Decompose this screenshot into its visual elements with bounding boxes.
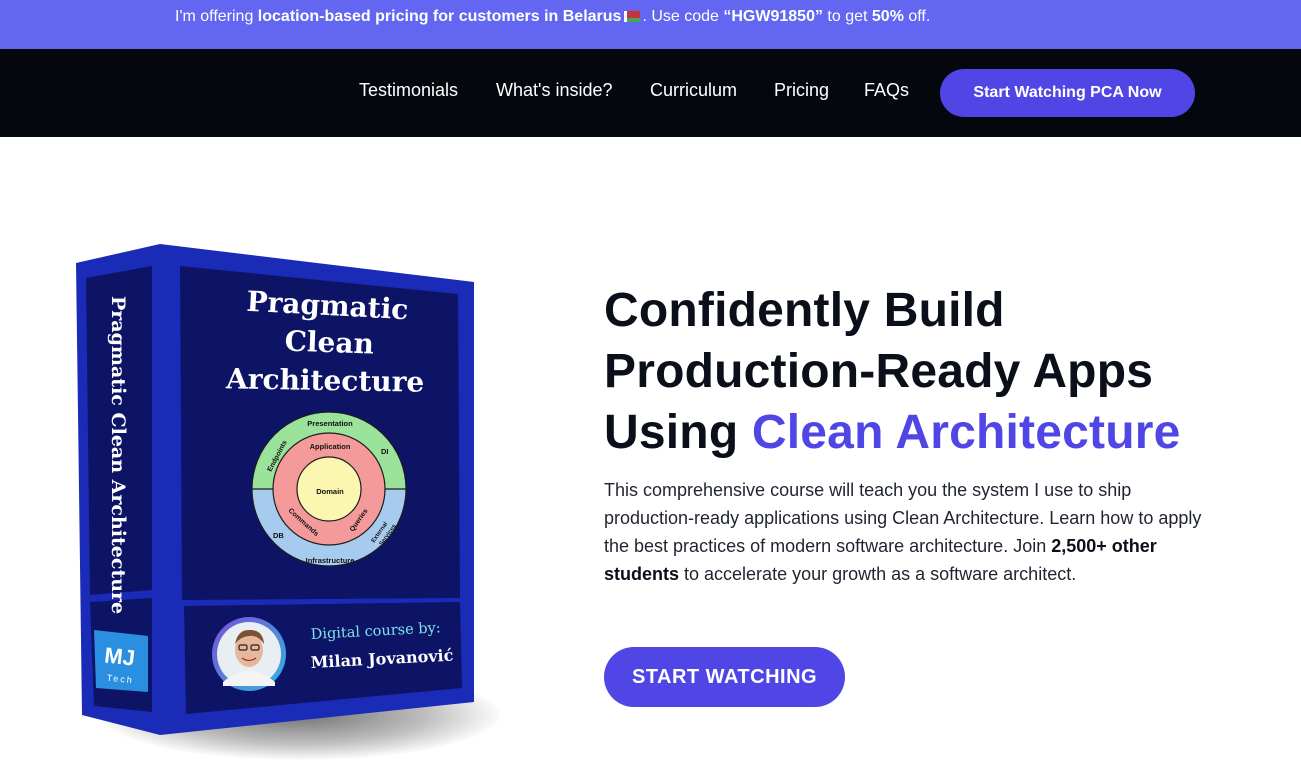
spine-title: Pragmatic Clean Architecture: [107, 296, 129, 614]
promo-text: I'm offering location-based pricing for …: [175, 8, 930, 26]
promo-text-part: off.: [903, 8, 931, 25]
logo-text-mj: MJ: [103, 643, 136, 671]
clean-architecture-diagram: Presentation Application Domain Infrastr…: [251, 411, 407, 567]
nav-link-testimonials[interactable]: Testimonials: [359, 80, 458, 101]
belarus-flag-icon: [624, 11, 641, 22]
hero-title: Confidently Build Production-Ready Apps …: [604, 280, 1264, 463]
hero-title-line2: Production-Ready Apps: [604, 345, 1154, 398]
hero-title-accent: Clean Architecture: [751, 406, 1181, 459]
diagram-label-domain: Domain: [316, 487, 344, 496]
promo-text-part: . Use code: [642, 8, 724, 25]
promo-text-part: to get: [822, 8, 872, 25]
box-title-line2: Clean: [284, 324, 374, 360]
promo-banner: I'm offering location-based pricing for …: [0, 0, 1301, 49]
product-box: Pragmatic Clean Architecture Pragmatic C…: [60, 230, 520, 765]
diagram-label-presentation: Presentation: [307, 419, 353, 428]
hero-description-part: to accelerate your growth as a software …: [679, 564, 1077, 584]
nav-link-faqs[interactable]: FAQs: [864, 80, 909, 101]
promo-code: “HGW91850”: [723, 8, 823, 25]
product-box-illustration: Pragmatic Clean Architecture Pragmatic C…: [76, 244, 474, 735]
promo-discount: 50%: [871, 8, 904, 25]
promo-location: location-based pricing for customers in …: [257, 8, 622, 25]
promo-text-part: I'm offering: [175, 8, 258, 25]
hero-title-prefix: Using: [604, 406, 752, 459]
start-watching-button[interactable]: START WATCHING: [604, 647, 845, 707]
author-avatar: [212, 617, 286, 691]
nav-link-pricing[interactable]: Pricing: [774, 80, 829, 101]
diagram-label-di: DI: [381, 447, 389, 456]
hero-title-line1: Confidently Build: [604, 284, 1005, 337]
nav-link-curriculum[interactable]: Curriculum: [650, 80, 737, 101]
nav-link-whats-inside[interactable]: What's inside?: [496, 80, 613, 101]
box-title-line3: Architecture: [225, 362, 425, 398]
top-navigation: Testimonials What's inside? Curriculum P…: [0, 49, 1301, 137]
diagram-label-db: DB: [273, 531, 284, 540]
mj-tech-logo: MJ Tech: [94, 630, 148, 692]
start-watching-pca-button[interactable]: Start Watching PCA Now: [940, 69, 1195, 117]
hero-description: This comprehensive course will teach you…: [604, 476, 1204, 588]
diagram-label-infrastructure: Infrastructure: [306, 556, 355, 565]
diagram-label-application: Application: [310, 442, 351, 451]
